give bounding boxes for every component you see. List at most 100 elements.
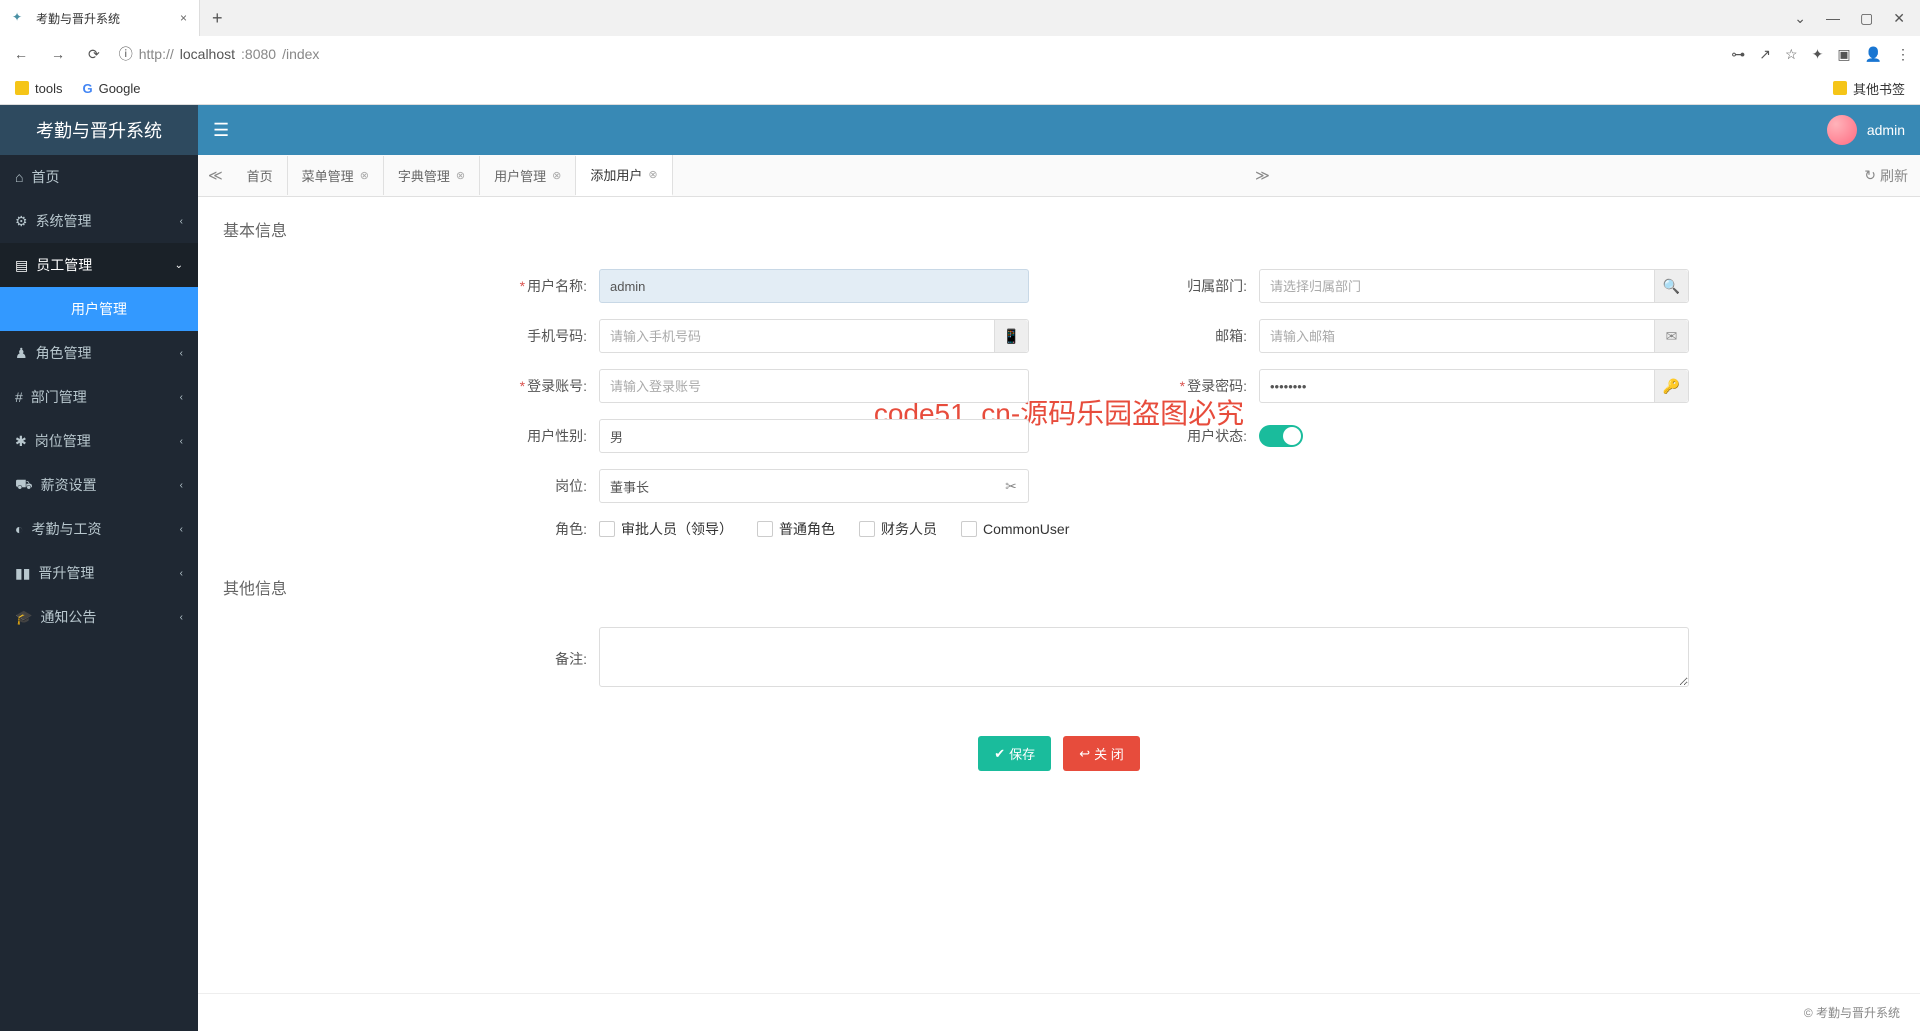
- minimize-icon[interactable]: —: [1826, 10, 1840, 27]
- forward-button[interactable]: →: [47, 46, 69, 62]
- hamburger-icon[interactable]: ☰: [213, 120, 229, 141]
- bookmark-google[interactable]: G Google: [82, 81, 140, 96]
- maximize-icon[interactable]: ▢: [1860, 10, 1873, 27]
- reload-button[interactable]: ⟳: [84, 46, 104, 63]
- form-basic: *用户名称: 归属部门: 🔍 手机号码: 📱: [429, 269, 1689, 555]
- extension-icon[interactable]: ✦: [1812, 46, 1824, 63]
- phone-icon: 📱: [994, 320, 1028, 352]
- status-toggle[interactable]: [1259, 425, 1303, 447]
- role-option-normal[interactable]: 普通角色: [757, 519, 835, 539]
- browser-tab[interactable]: ✦ 考勤与晋升系统 ×: [0, 0, 200, 36]
- dept-input[interactable]: [1259, 269, 1689, 303]
- close-window-icon[interactable]: ✕: [1893, 10, 1905, 27]
- tab-add-user[interactable]: 添加用户⊗: [576, 155, 672, 196]
- close-icon[interactable]: ⊗: [552, 169, 561, 182]
- sidebar-item-salary[interactable]: ⛟ 薪资设置 ‹: [0, 463, 198, 507]
- address-bar: ← → ⟳ ⓘ http://localhost:8080/index ⊶ ↗ …: [0, 36, 1920, 72]
- content: code51. cn-源码乐园盗图必究 基本信息 *用户名称: 归属部门: 🔍 …: [198, 197, 1920, 993]
- panel-icon[interactable]: ▣: [1837, 46, 1850, 63]
- sidebar-subitem-user-mgmt[interactable]: 用户管理: [0, 287, 198, 331]
- sidebar-item-announcement[interactable]: 🎓 通知公告 ‹: [0, 595, 198, 639]
- label-remark: 备注:: [429, 649, 599, 669]
- label-position: 岗位:: [429, 476, 599, 496]
- sidebar-item-system-mgmt[interactable]: ⚙ 系统管理 ‹: [0, 199, 198, 243]
- username-input[interactable]: [599, 269, 1029, 303]
- other-bookmarks[interactable]: 其他书签: [1833, 79, 1905, 98]
- close-icon[interactable]: ⊗: [360, 169, 369, 182]
- label-phone: 手机号码:: [429, 326, 599, 346]
- tabs-scroll-left[interactable]: ≪: [198, 167, 233, 184]
- sidebar-item-role-mgmt[interactable]: ♟ 角色管理 ‹: [0, 331, 198, 375]
- url-scheme: http://: [139, 46, 174, 62]
- close-button[interactable]: ↩关 闭: [1063, 736, 1140, 771]
- label-email: 邮箱:: [1089, 326, 1259, 346]
- sidebar-item-promotion[interactable]: ▮▮ 晋升管理 ‹: [0, 551, 198, 595]
- label-status: 用户状态:: [1089, 426, 1259, 446]
- bookmark-tools[interactable]: tools: [15, 81, 62, 96]
- home-icon: ⌂: [15, 169, 23, 185]
- avatar: [1827, 115, 1857, 145]
- tab-user-mgmt[interactable]: 用户管理⊗: [480, 156, 576, 195]
- label-gender: 用户性别:: [429, 426, 599, 446]
- sidebar-item-home[interactable]: ⌂ 首页: [0, 155, 198, 199]
- tab-dict-mgmt[interactable]: 字典管理⊗: [384, 156, 480, 195]
- label-username: *用户名称:: [429, 276, 599, 296]
- browser-tab-bar: ✦ 考勤与晋升系统 × + ⌄ — ▢ ✕: [0, 0, 1920, 36]
- check-icon: ✔: [994, 746, 1005, 762]
- tab-home[interactable]: 首页: [233, 156, 288, 195]
- sidebar-item-position-mgmt[interactable]: ✱ 岗位管理 ‹: [0, 419, 198, 463]
- sidebar-item-dept-mgmt[interactable]: # 部门管理 ‹: [0, 375, 198, 419]
- close-icon[interactable]: ×: [180, 11, 187, 25]
- sidebar-menu: ⌂ 首页 ⚙ 系统管理 ‹ ▤ 员工管理 ⌄ 用户管理 ♟ 角色管理 ‹ # 部…: [0, 155, 198, 639]
- chevron-left-icon: ‹: [180, 524, 183, 535]
- bookmarks-bar: tools G Google 其他书签: [0, 72, 1920, 104]
- app-title: 考勤与晋升系统: [0, 105, 198, 155]
- section-other-title: 其他信息: [223, 575, 1895, 607]
- role-option-finance[interactable]: 财务人员: [859, 519, 937, 539]
- search-icon[interactable]: 🔍: [1654, 270, 1688, 302]
- form-other: 备注:: [429, 627, 1689, 706]
- phone-input[interactable]: [599, 319, 1029, 353]
- cap-icon: 🎓: [15, 609, 32, 626]
- url-input[interactable]: ⓘ http://localhost:8080/index: [119, 44, 1717, 64]
- remark-textarea[interactable]: [599, 627, 1689, 687]
- topbar: ☰ admin: [198, 105, 1920, 155]
- user-info[interactable]: admin: [1827, 115, 1905, 145]
- email-input[interactable]: [1259, 319, 1689, 353]
- chevron-left-icon: ‹: [180, 568, 183, 579]
- gender-select[interactable]: [599, 419, 1029, 453]
- save-button[interactable]: ✔保存: [978, 736, 1051, 771]
- chevron-down-icon: ⌄: [175, 260, 183, 271]
- chevron-left-icon: ‹: [180, 348, 183, 359]
- profile-icon[interactable]: 👤: [1865, 46, 1882, 63]
- close-icon[interactable]: ⊗: [648, 168, 657, 181]
- sidebar-item-attendance[interactable]: ◐ 考勤与工资 ‹: [0, 507, 198, 551]
- role-option-approver[interactable]: 审批人员（领导）: [599, 519, 733, 539]
- star-icon[interactable]: ☆: [1785, 46, 1798, 63]
- share-icon[interactable]: ↗: [1759, 46, 1771, 63]
- tab-menu-mgmt[interactable]: 菜单管理⊗: [288, 156, 384, 195]
- position-select[interactable]: [599, 469, 1029, 503]
- menu-icon[interactable]: ⋮: [1896, 46, 1910, 63]
- chevron-left-icon: ‹: [180, 480, 183, 491]
- tabs-scroll-right[interactable]: ≫: [1243, 167, 1282, 184]
- role-checkboxes: 审批人员（领导） 普通角色 财务人员 CommonUser: [599, 519, 1689, 539]
- back-button[interactable]: ←: [10, 46, 32, 62]
- sidebar-item-employee-mgmt[interactable]: ▤ 员工管理 ⌄: [0, 243, 198, 287]
- role-option-common[interactable]: CommonUser: [961, 521, 1069, 537]
- username-label: admin: [1867, 122, 1905, 138]
- browser-chrome: ✦ 考勤与晋升系统 × + ⌄ — ▢ ✕ ← → ⟳ ⓘ http://loc…: [0, 0, 1920, 105]
- refresh-button[interactable]: ↻ 刷新: [1852, 166, 1920, 186]
- tab-title: 考勤与晋升系统: [36, 10, 120, 27]
- close-icon[interactable]: ⊗: [456, 169, 465, 182]
- google-icon: G: [82, 81, 92, 96]
- button-row: ✔保存 ↩关 闭: [223, 736, 1895, 771]
- snowflake-icon: ✱: [15, 433, 27, 450]
- password-input[interactable]: [1259, 369, 1689, 403]
- section-basic-title: 基本信息: [223, 217, 1895, 249]
- reply-icon: ↩: [1079, 746, 1090, 762]
- key-icon[interactable]: ⊶: [1731, 46, 1745, 63]
- new-tab-button[interactable]: +: [200, 8, 235, 29]
- chevron-down-icon[interactable]: ⌄: [1794, 10, 1806, 27]
- account-input[interactable]: [599, 369, 1029, 403]
